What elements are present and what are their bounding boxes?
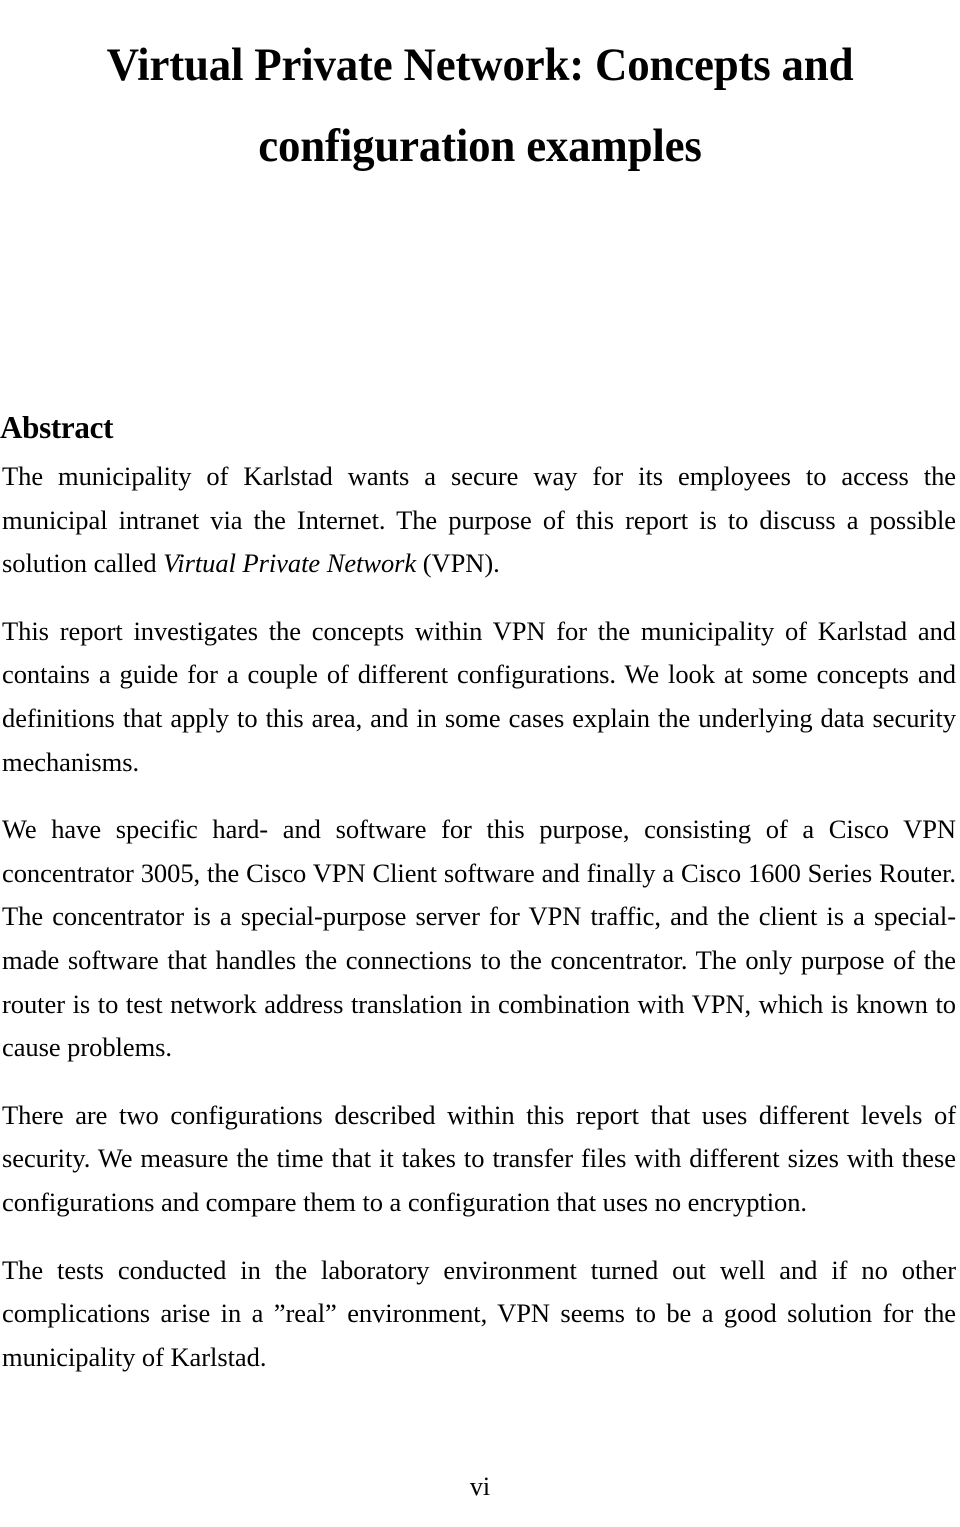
abstract-paragraph-3: We have specific hard- and software for … (2, 808, 956, 1070)
abstract-paragraph-2: This report investigates the concepts wi… (2, 610, 956, 784)
page-title-line-2: configuration examples (258, 120, 702, 173)
abstract-paragraph-5: The tests conducted in the laboratory en… (2, 1249, 956, 1380)
abstract-paragraph-4: There are two configurations described w… (2, 1094, 956, 1225)
text-run-1: Virtual Private Network (163, 548, 417, 579)
text-run-0: The tests conducted in the laboratory en… (2, 1254, 956, 1372)
text-run-0: We have specific hard- and software for … (2, 814, 956, 1063)
abstract-paragraph-1: The municipality of Karlstad wants a sec… (2, 455, 956, 586)
text-run-0: This report investigates the concepts wi… (2, 615, 956, 777)
page-number: vi (469, 1472, 491, 1501)
text-run-0: There are two configurations described w… (2, 1099, 956, 1217)
section-heading-abstract: Abstract (0, 408, 114, 445)
document-page: Virtual Private Network: Concepts and co… (0, 0, 960, 1527)
abstract-body: The municipality of Karlstad wants a sec… (2, 455, 956, 1379)
page-title: Virtual Private Network: Concepts and co… (22, 25, 939, 187)
text-run-2: (VPN). (416, 548, 500, 579)
page-title-line-1: Virtual Private Network: Concepts and (106, 39, 854, 92)
